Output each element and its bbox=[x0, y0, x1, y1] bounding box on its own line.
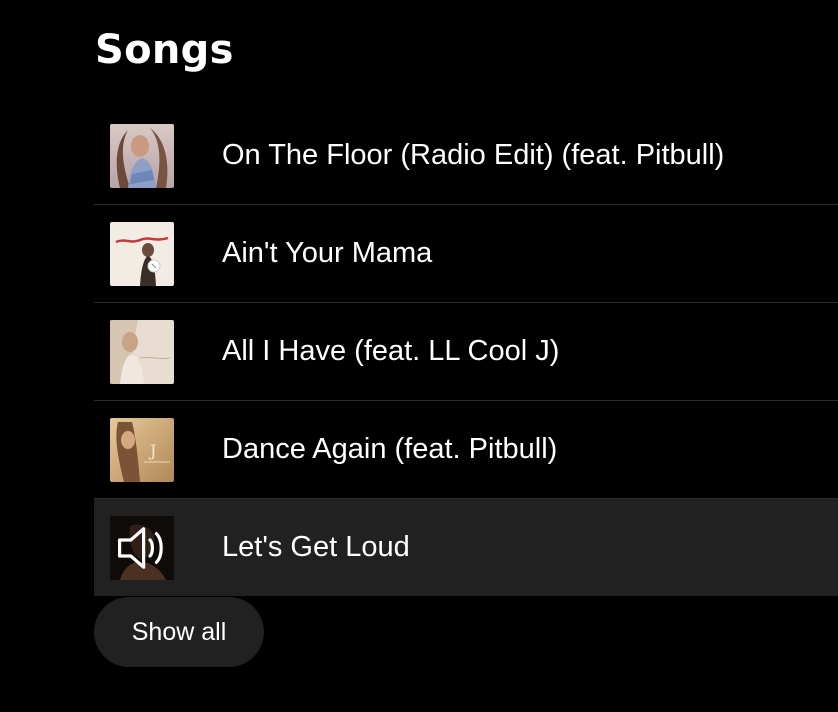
speaker-icon bbox=[118, 527, 163, 569]
album-art-thumbnail[interactable]: J bbox=[110, 418, 174, 482]
song-row[interactable]: All I Have (feat. LL Cool J) bbox=[94, 303, 838, 401]
album-art-image: J bbox=[110, 418, 174, 482]
song-row[interactable]: Ain't Your Mama bbox=[94, 205, 838, 303]
album-art-thumbnail[interactable] bbox=[110, 320, 174, 384]
song-list: On The Floor (Radio Edit) (feat. Pitbull… bbox=[94, 107, 838, 596]
album-art-thumbnail[interactable] bbox=[110, 516, 174, 580]
album-art-image bbox=[110, 222, 174, 286]
songs-section: Songs On The Floor (Radio Edit) (feat. P… bbox=[0, 0, 838, 712]
svg-text:J: J bbox=[148, 441, 156, 460]
song-row[interactable]: J Dance Again (feat. Pitbull) bbox=[94, 401, 838, 499]
song-title: Dance Again (feat. Pitbull) bbox=[222, 433, 558, 465]
song-title: Let's Get Loud bbox=[222, 531, 410, 563]
song-title: All I Have (feat. LL Cool J) bbox=[222, 335, 560, 367]
song-title: Ain't Your Mama bbox=[222, 237, 433, 269]
now-playing-overlay bbox=[110, 516, 174, 580]
song-row[interactable]: On The Floor (Radio Edit) (feat. Pitbull… bbox=[94, 107, 838, 205]
show-all-button[interactable]: Show all bbox=[94, 597, 264, 667]
album-art-thumbnail[interactable] bbox=[110, 222, 174, 286]
song-row-now-playing[interactable]: Let's Get Loud bbox=[94, 499, 838, 596]
album-art-image bbox=[110, 124, 174, 188]
album-art-thumbnail[interactable] bbox=[110, 124, 174, 188]
album-art-image bbox=[110, 320, 174, 384]
song-title: On The Floor (Radio Edit) (feat. Pitbull… bbox=[222, 139, 725, 171]
section-title: Songs bbox=[95, 27, 234, 73]
